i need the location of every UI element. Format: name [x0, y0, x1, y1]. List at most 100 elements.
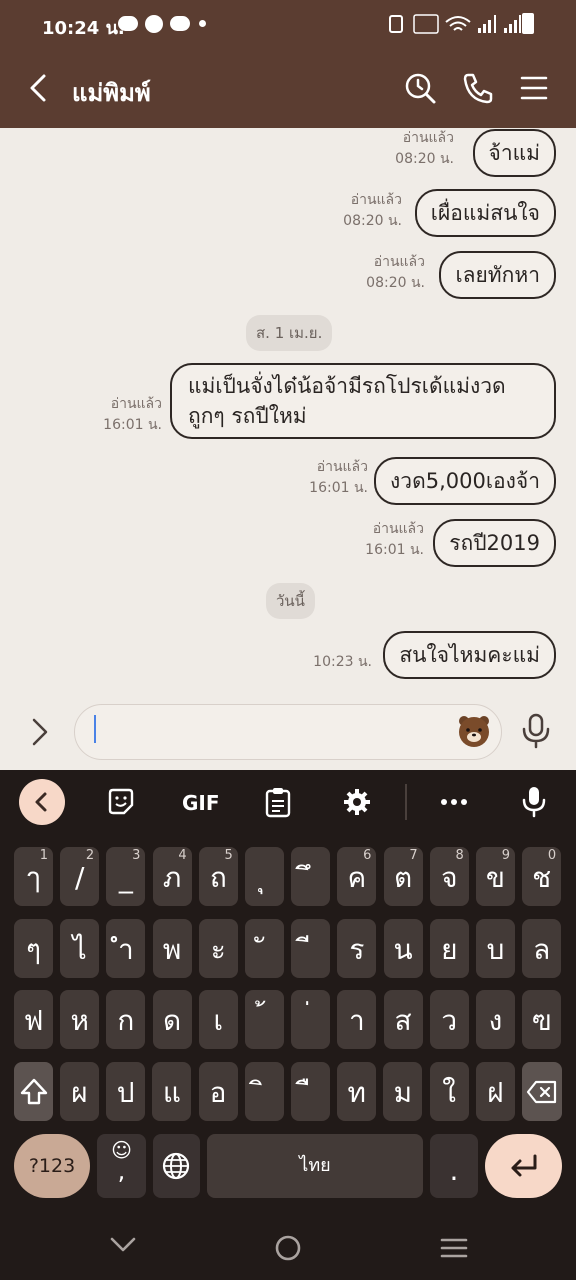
key-0-1[interactable]: /2 — [60, 847, 100, 906]
key-0-8[interactable]: ต7 — [383, 847, 423, 906]
key-0-3[interactable]: ภ4 — [152, 847, 192, 906]
key-2-10[interactable]: ง — [476, 990, 515, 1049]
message-meta: อ่านแล้ว 16:01 น. — [309, 457, 368, 499]
key-2-11[interactable]: ฃ — [522, 990, 562, 1049]
space-key[interactable]: ไทย — [207, 1134, 423, 1198]
key-2-1[interactable]: ห — [60, 990, 100, 1049]
menu-icon[interactable] — [516, 70, 552, 106]
search-history-icon[interactable] — [402, 70, 438, 106]
key-3-8[interactable]: ใ — [429, 1062, 469, 1121]
emoji-comma-key[interactable]: ☺ , — [97, 1134, 146, 1198]
key-3-3[interactable]: อ — [198, 1062, 238, 1121]
key-hint: 4 — [178, 848, 187, 863]
key-1-11[interactable]: ล — [522, 919, 562, 978]
key-label: ุ — [245, 863, 284, 893]
back-arrow-icon[interactable] — [22, 70, 58, 106]
key-0-0[interactable]: ๅ1 — [14, 847, 53, 906]
key-0-4[interactable]: ถ5 — [198, 847, 238, 906]
key-1-10[interactable]: บ — [476, 919, 515, 978]
message-input[interactable] — [74, 704, 502, 760]
key-1-5[interactable]: ั — [245, 919, 284, 978]
key-0-10[interactable]: ข9 — [476, 847, 515, 906]
message-bubble[interactable]: เผื่อแม่สนใจ — [414, 189, 556, 237]
key-2-0[interactable]: ฟ — [14, 990, 53, 1049]
key-1-1[interactable]: ไ — [60, 919, 100, 978]
expand-chevron-icon[interactable] — [26, 714, 56, 750]
home-button-icon[interactable] — [273, 1234, 303, 1264]
key-2-7[interactable]: า — [337, 990, 377, 1049]
key-0-2[interactable]: _ 3 — [106, 847, 146, 906]
message-bubble[interactable]: สนใจไหมคะแม่ — [383, 631, 556, 679]
phone-call-icon[interactable] — [460, 70, 496, 106]
key-1-9[interactable]: ย — [429, 919, 469, 978]
toolbar-collapse-button[interactable] — [19, 779, 65, 825]
clipboard-icon[interactable] — [264, 786, 292, 818]
period-key[interactable]: . — [430, 1134, 478, 1198]
key-0-6[interactable]: ึ — [291, 847, 331, 906]
message-bubble[interactable]: จ้าแม่ — [472, 129, 556, 177]
battery-icon — [522, 13, 534, 34]
key-2-5[interactable]: ้ — [245, 990, 284, 1049]
comma-label: , — [117, 1157, 126, 1185]
key-2-6[interactable]: ่ — [291, 990, 331, 1049]
key-1-7[interactable]: ร — [337, 919, 377, 978]
key-3-0[interactable]: ผ — [60, 1062, 99, 1121]
message-time: 10:23 น. — [313, 654, 372, 670]
key-hint: 5 — [224, 848, 233, 863]
key-3-7[interactable]: ม — [383, 1062, 423, 1121]
enter-key[interactable] — [485, 1134, 562, 1198]
key-3-9[interactable]: ฝ — [475, 1062, 515, 1121]
toolbar-divider — [405, 784, 407, 820]
backspace-key[interactable] — [522, 1062, 562, 1121]
message-bubble[interactable]: แม่เป็นจั่งได๋น้อจ้ามีรถโปรเด้แม่งวดถูกๆ… — [170, 363, 556, 439]
settings-gear-icon[interactable] — [342, 787, 372, 817]
status-bar: 10:24 น. — [0, 0, 576, 48]
recent-apps-icon[interactable] — [439, 1236, 469, 1260]
key-1-4[interactable]: ะ — [198, 919, 238, 978]
gif-button[interactable]: GIF — [182, 791, 220, 815]
keyboard-toolbar: GIF — [0, 770, 576, 836]
key-3-1[interactable]: ป — [106, 1062, 146, 1121]
chat-area[interactable]: จ้าแม่ อ่านแล้ว 08:20 น. เผื่อแม่สนใจ อ่… — [0, 128, 576, 694]
voice-input-icon[interactable] — [520, 785, 548, 819]
key-1-8[interactable]: น — [383, 919, 423, 978]
key-0-5[interactable]: ุ — [245, 847, 284, 906]
date-separator: ส. 1 เม.ย. — [246, 315, 333, 351]
key-0-7[interactable]: ค6 — [337, 847, 377, 906]
message-time: 08:20 น. — [395, 151, 454, 167]
key-0-9[interactable]: จ8 — [429, 847, 469, 906]
key-3-4[interactable]: ิ — [244, 1062, 284, 1121]
sticker-bear-icon[interactable] — [456, 713, 492, 749]
message-bubble[interactable]: งวด5,000เองจ้า — [374, 457, 556, 505]
key-1-0[interactable]: ๆ — [14, 919, 53, 978]
read-receipt: อ่านแล้ว — [110, 396, 162, 412]
message-bubble[interactable]: เลยทักหา — [439, 251, 556, 299]
shift-key[interactable] — [14, 1062, 53, 1121]
key-1-6[interactable]: ี — [291, 919, 331, 978]
message-bubble[interactable]: รถปี2019 — [433, 519, 556, 567]
microphone-icon[interactable] — [518, 712, 554, 750]
key-2-2[interactable]: ก — [106, 990, 146, 1049]
sticker-icon[interactable] — [106, 787, 136, 817]
key-hint: 6 — [363, 848, 372, 863]
key-3-5[interactable]: ื — [291, 1062, 330, 1121]
key-hint: 8 — [455, 848, 464, 863]
key-2-4[interactable]: เ — [198, 990, 238, 1049]
symbols-key[interactable]: ?123 — [14, 1134, 90, 1198]
key-hint: 0 — [547, 848, 557, 863]
key-3-2[interactable]: แ — [152, 1062, 192, 1121]
key-2-8[interactable]: ส — [383, 990, 423, 1049]
key-0-11[interactable]: ช0 — [522, 847, 562, 906]
key-3-6[interactable]: ท — [337, 1062, 377, 1121]
message-time: 16:01 น. — [103, 417, 162, 433]
date-separator: วันนี้ — [266, 583, 315, 619]
key-1-2[interactable]: ำ — [106, 919, 146, 978]
key-label: ม — [393, 1076, 413, 1109]
key-1-3[interactable]: พ — [152, 919, 192, 978]
hide-keyboard-chevron-icon[interactable] — [108, 1234, 138, 1254]
chat-title: แม่พิมพ์ — [72, 79, 151, 107]
more-options-icon[interactable] — [440, 798, 468, 806]
language-switch-key[interactable] — [153, 1134, 200, 1198]
key-2-9[interactable]: ว — [429, 990, 469, 1049]
key-2-3[interactable]: ด — [152, 990, 192, 1049]
